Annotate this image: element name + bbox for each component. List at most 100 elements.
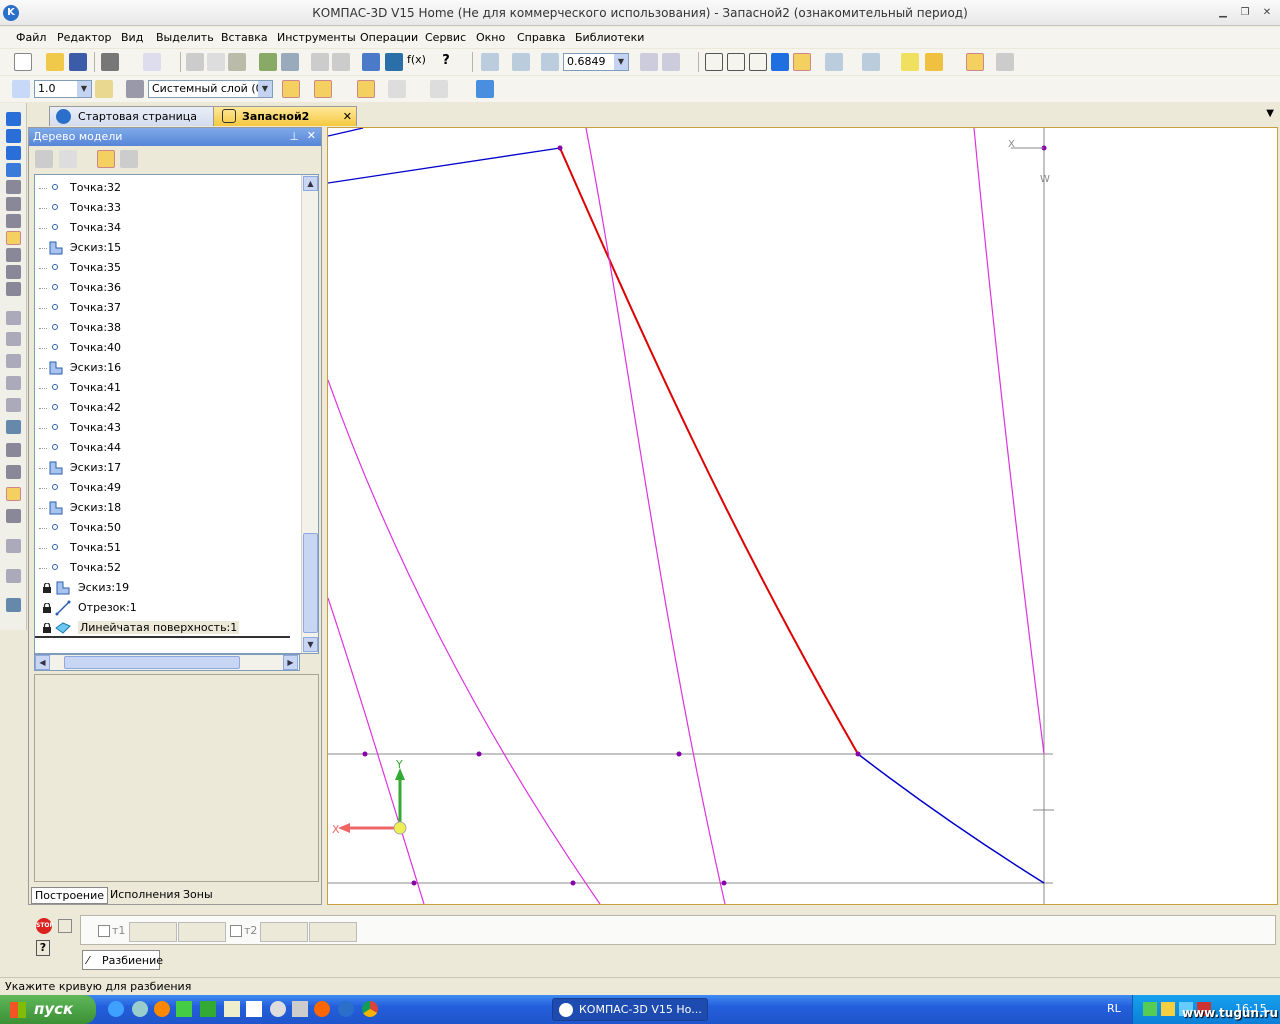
taskbar-kompas-item[interactable]: КОМПАС-3D V15 Ho... (552, 998, 708, 1021)
tree-item[interactable]: Точка:52 (35, 558, 301, 578)
ie-icon[interactable] (108, 1001, 124, 1017)
tab-zones[interactable]: Зоны (180, 887, 216, 902)
tree-item[interactable]: Эскиз:18 (35, 498, 301, 518)
ortho-icon[interactable] (430, 80, 448, 98)
tool-c-icon[interactable] (6, 354, 21, 368)
tool-e-icon[interactable] (6, 398, 21, 412)
tool-g-icon[interactable] (6, 443, 21, 457)
geometry-icon[interactable] (6, 180, 21, 194)
scroll-down-icon[interactable]: ▼ (303, 637, 318, 652)
tree-icon[interactable] (385, 53, 403, 71)
tree-item[interactable]: Точка:35 (35, 258, 301, 278)
t2-checkbox[interactable] (230, 925, 242, 937)
filter-icon[interactable] (825, 53, 843, 71)
firefox-icon[interactable] (154, 1001, 170, 1017)
tab-document[interactable]: Запасной2 ✕ (213, 106, 357, 126)
print-icon[interactable] (101, 53, 119, 71)
menu-file[interactable]: Файл (16, 31, 46, 44)
menu-libraries[interactable]: Библиотеки (575, 31, 644, 44)
hidden-lines-icon[interactable] (727, 53, 745, 71)
grid-icon[interactable] (388, 80, 406, 98)
snap-icon[interactable] (862, 53, 880, 71)
tree-item[interactable]: Точка:49 (35, 478, 301, 498)
tool-d-icon[interactable] (6, 376, 21, 390)
redo-icon[interactable] (332, 53, 350, 71)
scroll-left-icon[interactable]: ◀ (35, 655, 50, 670)
tree-sort-icon[interactable] (59, 150, 77, 168)
language-indicator[interactable]: RL (1107, 1002, 1121, 1015)
close-tab-icon[interactable]: ✕ (343, 110, 352, 123)
tree-item[interactable]: Эскиз:17 (35, 458, 301, 478)
t2-field-1[interactable] (260, 922, 308, 942)
zoom-icon[interactable] (541, 53, 559, 71)
tree-view-icon[interactable] (97, 150, 115, 168)
dimensions-icon[interactable] (6, 197, 21, 211)
copy-icon[interactable] (207, 53, 225, 71)
tree-hscroll-thumb[interactable] (64, 656, 240, 669)
tree-item[interactable]: Точка:38 (35, 318, 301, 338)
filter-funnel-icon[interactable] (6, 146, 21, 160)
close-panel-icon[interactable]: ✕ (307, 129, 316, 142)
designations-icon[interactable] (6, 214, 21, 228)
tree-item[interactable]: Точка:43 (35, 418, 301, 438)
tray-2-icon[interactable] (1161, 1002, 1175, 1016)
quicklaunch-1-icon[interactable] (132, 1001, 148, 1017)
menu-view[interactable]: Вид (121, 31, 143, 44)
restore-button[interactable]: ❐ (1238, 6, 1252, 20)
measure-icon[interactable] (996, 53, 1014, 71)
tool-l-icon[interactable] (6, 598, 21, 612)
quicklaunch-2-icon[interactable] (176, 1001, 192, 1017)
tree-item[interactable]: Точка:44 (35, 438, 301, 458)
wireframe-icon[interactable] (705, 53, 723, 71)
cube-yellow-icon[interactable] (901, 53, 919, 71)
scroll-up-icon[interactable]: ▲ (303, 176, 318, 191)
tree-item[interactable]: Точка:51 (35, 538, 301, 558)
parametrization-icon[interactable] (6, 248, 21, 262)
t1-field-1[interactable] (129, 922, 177, 942)
zoom-window-icon[interactable] (481, 53, 499, 71)
stop-icon[interactable]: STOP (36, 918, 54, 934)
edit-details-icon[interactable] (6, 112, 21, 126)
edit-active-icon[interactable] (6, 231, 21, 245)
chrome-icon[interactable] (362, 1001, 378, 1017)
tree-structure-icon[interactable] (35, 150, 53, 168)
quicklaunch-5-icon[interactable] (292, 1001, 308, 1017)
zoom-combo[interactable]: 0.6849 ▼ (563, 53, 629, 71)
view-cube-icon[interactable] (476, 80, 494, 98)
menu-operations[interactable]: Операции (360, 31, 418, 44)
help-pointer-icon[interactable]: ? (437, 53, 455, 71)
tree-item[interactable]: Точка:41 (35, 378, 301, 398)
lightbulb-icon[interactable] (925, 53, 943, 71)
menu-insert[interactable]: Вставка (221, 31, 268, 44)
preview-icon[interactable] (143, 53, 161, 71)
tree-item[interactable]: Линейчатая поверхность:1 (35, 618, 290, 638)
tab-construction[interactable]: Построение (31, 887, 109, 904)
shaded-icon[interactable] (771, 53, 789, 71)
menu-select[interactable]: Выделить (156, 31, 214, 44)
menu-service[interactable]: Сервис (425, 31, 466, 44)
tree-item[interactable]: Точка:50 (35, 518, 301, 538)
hidden-thin-icon[interactable] (749, 53, 767, 71)
undo-icon[interactable] (311, 53, 329, 71)
tray-1-icon[interactable] (1143, 1002, 1157, 1016)
tree-item[interactable]: Точка:42 (35, 398, 301, 418)
layers-icon[interactable] (126, 80, 144, 98)
tool-k-icon[interactable] (6, 569, 21, 583)
tree-item[interactable]: Точка:36 (35, 278, 301, 298)
tab-versions[interactable]: Исполнения (107, 887, 183, 902)
notepad-icon[interactable] (224, 1001, 240, 1017)
tool-b-icon[interactable] (6, 332, 21, 346)
tree-item[interactable]: Точка:37 (35, 298, 301, 318)
tree-item[interactable]: Эскиз:19 (35, 578, 301, 598)
save-icon[interactable] (69, 53, 87, 71)
quicklaunch-4-icon[interactable] (246, 1001, 262, 1017)
tree-item[interactable]: Точка:40 (35, 338, 301, 358)
t1-field-2[interactable] (178, 922, 226, 942)
round-icon[interactable] (95, 80, 113, 98)
tool-f-icon[interactable] (6, 420, 21, 434)
tree-scroll-thumb[interactable] (303, 533, 318, 633)
close-button[interactable]: ✕ (1260, 6, 1274, 20)
tree-item[interactable]: Эскиз:15 (35, 238, 301, 258)
shaded-edges-icon[interactable] (793, 53, 811, 71)
pin-panel-icon[interactable] (58, 919, 72, 933)
